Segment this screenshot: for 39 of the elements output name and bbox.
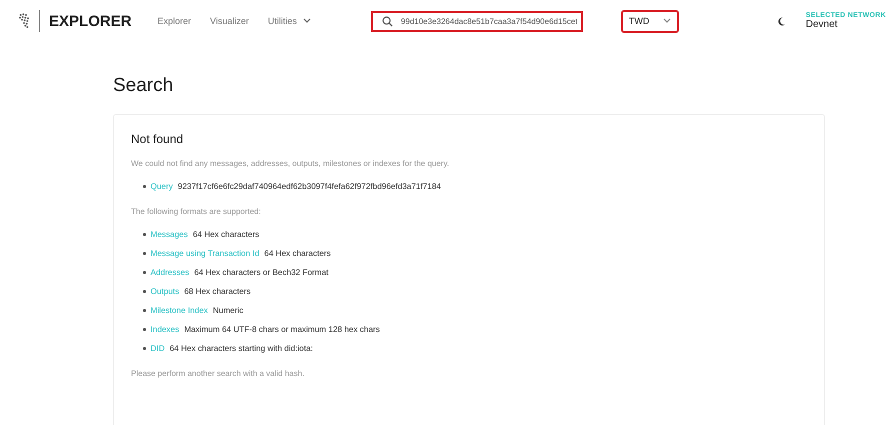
footer-message: Please perform another search with a valid hash. xyxy=(131,369,306,378)
brand-name: EXPLORER xyxy=(49,12,132,30)
format-link[interactable]: Messages xyxy=(150,230,188,239)
search-icon xyxy=(382,16,393,26)
format-link[interactable]: Indexes xyxy=(150,325,180,334)
format-link[interactable]: Addresses xyxy=(150,268,190,277)
format-description: 68 Hex characters xyxy=(184,287,251,296)
chevron-icon xyxy=(663,18,672,24)
bullet-icon xyxy=(143,309,146,312)
card-title: Not found xyxy=(131,132,184,146)
bullet-icon xyxy=(143,271,146,274)
format-link[interactable]: Outputs xyxy=(150,287,180,296)
format-description: Numeric xyxy=(212,306,244,315)
format-description: 64 Hex characters xyxy=(192,230,260,239)
query-value: 9237f17cf6e6fc29daf740964edf62b3097f4fefa62f972fbd96efd3a71f7184 xyxy=(178,182,441,191)
nav-link[interactable]: Utilities xyxy=(268,16,311,26)
nav-link[interactable]: Visualizer xyxy=(210,16,249,26)
network-name[interactable]: Devnet xyxy=(806,19,886,30)
format-description: Maximum 64 UTF-8 chars or maximum 128 hex chars xyxy=(184,325,380,334)
formats-intro: The following formats are supported: xyxy=(131,207,262,216)
currency-dropdown[interactable]: TWD xyxy=(620,10,680,32)
format-description: 64 Hex characters starting with did:iota: xyxy=(170,344,313,353)
moon-icon[interactable] xyxy=(778,14,786,28)
nav-link[interactable]: Explorer xyxy=(158,16,192,26)
bullet-icon xyxy=(143,233,146,236)
not-found-message: We could not find any messages, addresses, outputs, milestones or indexes for the query. xyxy=(131,159,450,168)
bullet-icon xyxy=(143,328,146,331)
format-description: 64 Hex characters or Bech32 Format xyxy=(194,268,328,277)
chevron-icon xyxy=(302,18,311,24)
bullet-icon xyxy=(143,185,146,188)
query-link[interactable]: Query xyxy=(150,182,173,191)
format-description: 64 Hex characters xyxy=(264,249,331,258)
page-title: Search xyxy=(113,75,174,97)
format-link[interactable]: Milestone Index xyxy=(150,306,208,315)
bullet-icon xyxy=(143,252,146,255)
bullet-icon xyxy=(143,290,146,293)
format-link[interactable]: DID xyxy=(150,344,165,353)
bullet-icon xyxy=(143,347,146,350)
format-link[interactable]: Message using Transaction Id xyxy=(150,249,260,258)
